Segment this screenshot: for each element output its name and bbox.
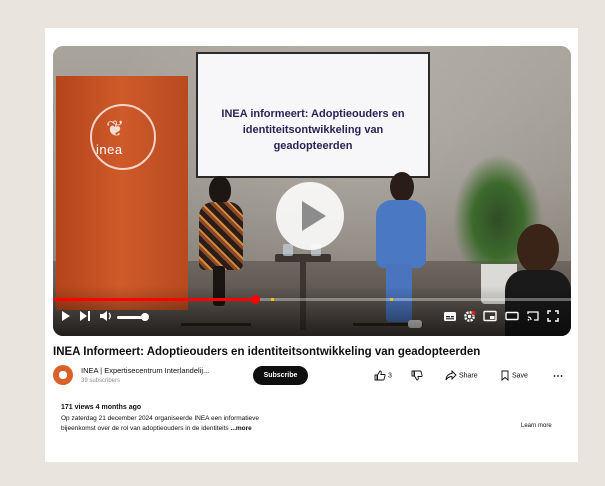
gear-icon (464, 311, 476, 322)
play-icon (302, 201, 326, 231)
play-small-icon (62, 311, 70, 321)
like-count: 3 (387, 372, 392, 380)
subtitles-button[interactable] (443, 310, 457, 324)
video-player[interactable]: INEA informeert: Adoptieouders en identi… (53, 46, 571, 336)
cast-icon (527, 311, 539, 321)
chapter-marker[interactable] (270, 298, 274, 301)
tree-icon: ❦ (106, 116, 125, 141)
channel-avatar[interactable] (53, 365, 73, 385)
roll-up-banner: ❦ inea (56, 76, 188, 310)
play-button[interactable] (276, 182, 344, 250)
presentation-screen: INEA informeert: Adoptieouders en identi… (196, 52, 430, 178)
video-title[interactable]: INEA Informeert: Adoptieouders en identi… (53, 346, 573, 358)
channel-name[interactable]: INEA | Expertisecentrum Interlandelij... (81, 366, 209, 375)
like-button[interactable]: 3 (374, 370, 392, 382)
more-horizontal-icon (553, 375, 563, 377)
cast-button[interactable] (526, 310, 540, 324)
share-button[interactable]: Share (445, 370, 478, 382)
description-line-2-text: bijeenkomst over de rol van adoptieouder… (61, 425, 229, 432)
save-button[interactable]: Save (500, 370, 528, 382)
subscribe-button[interactable]: Subscribe (253, 366, 308, 385)
thumbs-down-icon (411, 370, 423, 381)
miniplayer-button[interactable] (483, 310, 497, 324)
bookmark-icon (501, 370, 509, 381)
progress-bar[interactable] (53, 295, 571, 304)
next-button[interactable] (79, 310, 91, 324)
thumbs-up-icon (374, 370, 386, 381)
glass-left (283, 244, 293, 256)
theater-button[interactable] (505, 310, 519, 324)
theater-mode-icon (505, 311, 519, 321)
more-actions-button[interactable] (553, 370, 563, 382)
mute-button[interactable] (99, 310, 113, 324)
more-link[interactable]: ...more (230, 425, 251, 432)
share-label: Share (458, 372, 478, 380)
banner-logo-text: inea (96, 142, 123, 157)
learn-more-link[interactable]: Learn more (521, 423, 552, 429)
dislike-button[interactable] (411, 370, 423, 382)
description-line-1: Op zaterdag 21 december 2024 organiseerd… (61, 415, 260, 422)
captions-icon (444, 312, 456, 321)
volume-icon (100, 311, 111, 321)
progress-fill (53, 298, 256, 301)
volume-knob[interactable] (141, 313, 149, 321)
progress-scrubber[interactable] (251, 295, 261, 304)
miniplayer-icon (483, 310, 497, 322)
chapter-marker[interactable] (389, 298, 393, 301)
fullscreen-icon (547, 310, 559, 322)
share-icon (445, 370, 457, 381)
description-line-2: bijeenkomst over de rol van adoptieouder… (61, 425, 252, 432)
fullscreen-button[interactable] (547, 310, 559, 324)
view-stats: 171 views 4 months ago (61, 404, 142, 411)
play-control[interactable] (61, 310, 71, 324)
save-label: Save (511, 372, 528, 380)
slide-title: INEA informeert: Adoptieouders en identi… (221, 108, 405, 152)
embed-card: INEA informeert: Adoptieouders en identi… (45, 28, 578, 462)
skip-next-icon (80, 311, 90, 321)
subscriber-count: 39 subscribers (81, 378, 121, 384)
settings-button[interactable] (463, 310, 476, 324)
